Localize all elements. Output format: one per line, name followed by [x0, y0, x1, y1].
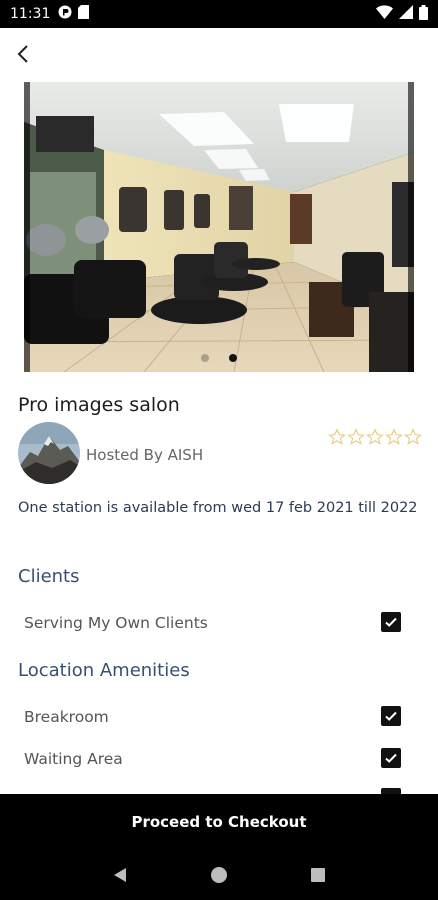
star-outline-icon — [404, 428, 422, 445]
wifi-icon — [376, 5, 393, 23]
carousel-indicators — [24, 354, 414, 362]
square-recents-icon — [311, 868, 326, 882]
status-bar: 11:31 — [0, 0, 438, 28]
signal-icon — [399, 5, 413, 23]
check-icon — [385, 617, 397, 627]
host-name: Hosted By AISH — [86, 446, 204, 464]
carousel-dot-active[interactable] — [229, 354, 237, 362]
arrow-left-icon — [17, 45, 28, 63]
clients-section-title: Clients — [18, 566, 80, 587]
listing-title: Pro images salon — [18, 394, 180, 416]
amenity-label: Waiting Area — [24, 750, 123, 768]
host-avatar[interactable] — [18, 422, 80, 484]
star-outline-icon — [347, 428, 365, 445]
clients-item-label: Serving My Own Clients — [24, 614, 208, 632]
star-outline-icon — [385, 428, 403, 445]
status-time: 11:31 — [10, 6, 51, 22]
mountain-avatar-image — [18, 422, 80, 484]
nav-recents-button[interactable] — [306, 863, 330, 887]
host-row: Hosted By AISH — [18, 422, 422, 486]
battery-icon — [419, 4, 428, 24]
listing-image-carousel[interactable] — [24, 82, 414, 372]
availability-text: One station is available from wed 17 feb… — [18, 500, 418, 516]
amenities-section-title: Location Amenities — [18, 660, 190, 681]
serving-own-clients-checkbox[interactable] — [381, 612, 401, 632]
carousel-dot[interactable] — [201, 354, 209, 362]
nav-back-button[interactable] — [108, 863, 132, 887]
salon-photo — [24, 82, 414, 372]
proceed-to-checkout-button[interactable]: Proceed to Checkout — [0, 794, 438, 850]
waiting-area-checkbox[interactable] — [381, 748, 401, 768]
circle-home-icon — [210, 867, 227, 883]
rating-stars — [328, 428, 422, 446]
system-nav-bar — [0, 850, 438, 900]
check-icon — [385, 753, 397, 763]
nav-home-button[interactable] — [207, 863, 231, 887]
breakroom-checkbox[interactable] — [381, 706, 401, 726]
check-icon — [385, 711, 397, 721]
amenity-label: Breakroom — [24, 708, 109, 726]
star-outline-icon — [366, 428, 384, 445]
triangle-back-icon — [113, 868, 126, 882]
sd-card-icon — [78, 5, 90, 23]
back-button[interactable] — [12, 40, 36, 68]
vpn-icon — [58, 5, 72, 23]
star-outline-icon — [328, 428, 346, 445]
